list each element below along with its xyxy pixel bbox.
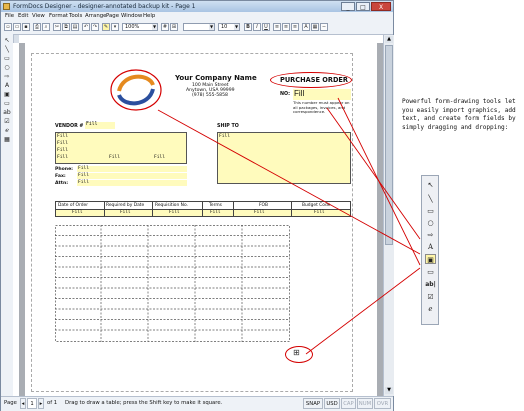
arrow-table-to-table-tool (305, 267, 421, 355)
arrow-logo-to-picture-tool (157, 109, 421, 255)
annotation-arrows (157, 97, 421, 355)
arrow-title-to-text-tool (326, 107, 421, 240)
arrow-field-to-field-tool (337, 97, 421, 266)
